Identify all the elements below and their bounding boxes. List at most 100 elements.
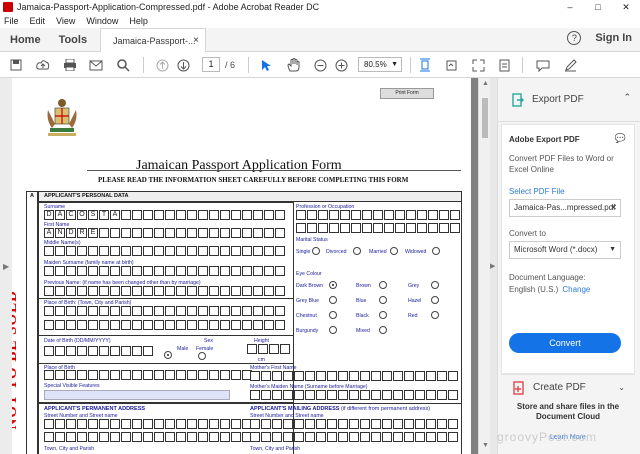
- left-panel-toggle[interactable]: ▶: [0, 78, 12, 454]
- change-language-link[interactable]: Change: [562, 285, 590, 294]
- next-page-icon[interactable]: [175, 57, 191, 73]
- tab-home[interactable]: Home: [10, 34, 41, 46]
- eye-dark-brown-radio[interactable]: [329, 281, 337, 289]
- place-of-birth-field-2[interactable]: [44, 320, 286, 330]
- tab-tools[interactable]: Tools: [59, 34, 88, 46]
- permanent-street-field-2[interactable]: [44, 432, 253, 442]
- previous-name-field[interactable]: [44, 286, 286, 296]
- widowed-radio[interactable]: [432, 247, 440, 255]
- zoom-level: 80.5%: [364, 60, 387, 69]
- zoom-level-select[interactable]: 80.5% ▼: [358, 57, 402, 72]
- height-field[interactable]: [247, 344, 291, 354]
- scroll-down-icon[interactable]: ▼: [482, 442, 489, 449]
- sign-in-button[interactable]: Sign In: [595, 32, 632, 44]
- divorced-radio[interactable]: [353, 247, 361, 255]
- search-icon[interactable]: [115, 57, 131, 73]
- full-screen-icon[interactable]: [470, 57, 486, 73]
- eye-blue-label: Blue: [356, 298, 367, 304]
- first-name-field[interactable]: ANDRE: [44, 228, 286, 238]
- rotate-view-icon[interactable]: [443, 57, 459, 73]
- export-pdf-header[interactable]: Export PDF ⌃: [498, 78, 640, 122]
- eye-blue-radio[interactable]: [379, 296, 387, 304]
- convert-button[interactable]: Convert: [509, 333, 621, 353]
- create-pdf-header[interactable]: Create PDF ⌄: [501, 374, 635, 400]
- print-icon[interactable]: [62, 57, 78, 73]
- chevron-up-icon[interactable]: ⌃: [623, 92, 631, 103]
- title-bar: Jamaica-Passport-Application-Compressed.…: [0, 0, 640, 14]
- save-icon[interactable]: [8, 57, 24, 73]
- female-radio[interactable]: [198, 352, 206, 360]
- minimize-button[interactable]: –: [556, 0, 584, 14]
- menu-file[interactable]: File: [4, 16, 19, 26]
- menu-help[interactable]: Help: [129, 16, 148, 26]
- upload-icon[interactable]: [35, 57, 51, 73]
- page-number-input[interactable]: 1: [202, 57, 220, 72]
- close-window-button[interactable]: ✕: [612, 0, 640, 14]
- eye-black-radio[interactable]: [379, 311, 387, 319]
- clear-file-icon[interactable]: ✕: [610, 200, 617, 216]
- maximize-button[interactable]: □: [584, 0, 612, 14]
- permanent-street-field[interactable]: [44, 419, 253, 429]
- eye-grey-radio[interactable]: [431, 281, 439, 289]
- zoom-out-icon[interactable]: [312, 57, 328, 73]
- mailing-street-field[interactable]: [250, 419, 459, 429]
- married-radio[interactable]: [390, 247, 398, 255]
- male-radio[interactable]: [164, 351, 172, 359]
- section-column: [26, 191, 38, 454]
- mailing-street-field-2[interactable]: [250, 432, 459, 442]
- features-field[interactable]: [44, 390, 230, 400]
- scroll-up-icon[interactable]: ▲: [482, 80, 489, 87]
- tab-document[interactable]: Jamaica-Passport-... ×: [100, 28, 206, 52]
- select-cursor-icon[interactable]: [258, 57, 274, 73]
- help-icon[interactable]: ?: [567, 31, 582, 45]
- comment-icon[interactable]: [535, 57, 551, 73]
- scroll-thumb[interactable]: [482, 98, 488, 138]
- eye-mixed-radio[interactable]: [379, 326, 387, 334]
- menu-view[interactable]: View: [56, 16, 75, 26]
- female-label: Female: [196, 346, 214, 352]
- eye-chestnut-radio[interactable]: [329, 311, 337, 319]
- document-language-label: Document Language:: [509, 273, 586, 282]
- scroll-mode-icon[interactable]: [496, 57, 512, 73]
- mother-maiden-field[interactable]: [250, 390, 459, 400]
- surname-field[interactable]: DACOSTA: [44, 210, 286, 220]
- format-value: Microsoft Word (*.docx): [514, 245, 598, 254]
- print-form-button[interactable]: Print Form: [380, 88, 434, 99]
- dob-field[interactable]: [44, 346, 154, 356]
- selected-file-field[interactable]: Jamaica-Pas...mpressed.pdf ✕: [509, 199, 621, 217]
- eye-grey-blue-radio[interactable]: [329, 296, 337, 304]
- menu-edit[interactable]: Edit: [30, 16, 46, 26]
- previous-page-icon[interactable]: [154, 57, 170, 73]
- menu-window[interactable]: Window: [86, 16, 118, 26]
- comment-bubble-icon[interactable]: 💬: [615, 133, 626, 144]
- eye-burgundy-radio[interactable]: [329, 326, 337, 334]
- middle-name-field[interactable]: [44, 246, 286, 256]
- mother-first-name-field[interactable]: [250, 371, 459, 381]
- eye-brown-radio[interactable]: [379, 281, 387, 289]
- mailing-address-title: APPLICANT'S MAILING ADDRESS: [250, 406, 340, 412]
- chevron-down-icon[interactable]: ⌄: [618, 383, 625, 392]
- not-to-be-sold-stamp: NOT TO BE SOLD: [12, 290, 20, 430]
- right-panel-toggle[interactable]: ▶: [490, 78, 497, 454]
- profession-field-2[interactable]: [296, 223, 461, 233]
- place-of-birth-field[interactable]: [44, 306, 286, 316]
- email-icon[interactable]: [88, 57, 104, 73]
- document-view[interactable]: Print Form Jamaican Passport Application…: [12, 78, 478, 454]
- vertical-scrollbar[interactable]: ▲ ▼: [478, 78, 490, 454]
- profession-field[interactable]: [296, 210, 461, 220]
- create-pdf-icon: [513, 380, 524, 395]
- divorced-label: Divorced: [326, 249, 347, 255]
- zoom-in-icon[interactable]: [333, 57, 349, 73]
- place-of-birth-2-field[interactable]: [44, 370, 253, 380]
- format-select[interactable]: Microsoft Word (*.docx) ▼: [509, 241, 621, 259]
- select-pdf-link[interactable]: Select PDF File: [509, 187, 565, 196]
- close-tab-icon[interactable]: ×: [193, 35, 199, 46]
- single-radio[interactable]: [312, 247, 320, 255]
- hand-tool-icon[interactable]: [285, 57, 301, 73]
- export-pdf-label: Export PDF: [532, 94, 584, 105]
- highlight-pen-icon[interactable]: [562, 57, 578, 73]
- eye-hazel-radio[interactable]: [431, 296, 439, 304]
- eye-red-radio[interactable]: [431, 311, 439, 319]
- maiden-surname-field[interactable]: [44, 266, 286, 276]
- fit-page-icon[interactable]: [417, 57, 433, 73]
